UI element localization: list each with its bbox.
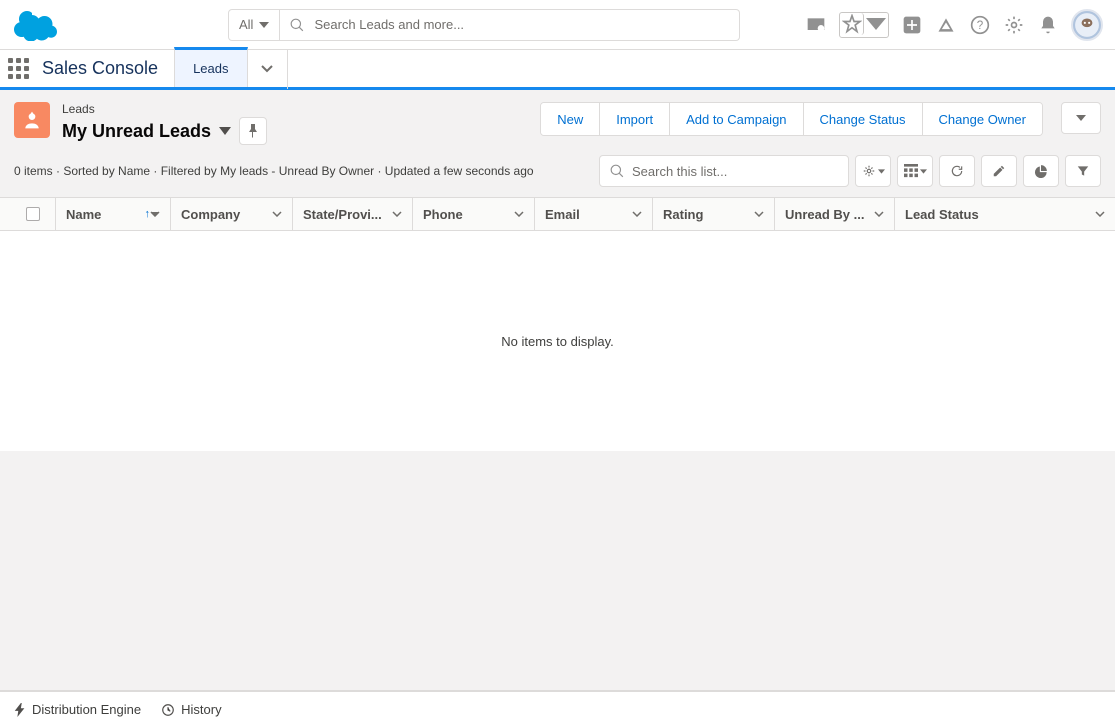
clock-icon xyxy=(161,703,175,717)
chevron-down-icon xyxy=(878,169,885,174)
astro-avatar-icon xyxy=(1074,12,1100,38)
global-add-icon[interactable] xyxy=(901,14,923,36)
chevron-down-icon xyxy=(259,22,269,28)
gear-icon xyxy=(862,164,876,178)
svg-text:?: ? xyxy=(977,19,984,32)
column-rating[interactable]: Rating xyxy=(653,198,775,230)
workspace-tab-leads[interactable]: Leads xyxy=(174,47,247,87)
list-view-name[interactable]: My Unread Leads xyxy=(62,121,211,142)
object-label: Leads xyxy=(62,102,267,116)
pin-icon xyxy=(247,124,259,138)
salesforce-logo xyxy=(12,9,60,41)
app-name: Sales Console xyxy=(36,58,174,79)
setup-gear-icon[interactable] xyxy=(1003,14,1025,36)
list-search-input[interactable] xyxy=(632,164,838,179)
chevron-down-icon[interactable] xyxy=(1095,211,1105,217)
filter-icon xyxy=(1076,164,1090,178)
list-actions-overflow[interactable] xyxy=(1061,102,1101,134)
column-email[interactable]: Email xyxy=(535,198,653,230)
guidance-icon[interactable] xyxy=(935,14,957,36)
notifications-bell-icon[interactable] xyxy=(1037,14,1059,36)
refresh-icon xyxy=(950,164,964,178)
trailblazer-icon[interactable] xyxy=(805,14,827,36)
page-body: Leads My Unread Leads New Import Add to … xyxy=(0,90,1115,691)
utility-history[interactable]: History xyxy=(161,702,221,717)
empty-message: No items to display. xyxy=(501,334,613,349)
pin-list-button[interactable] xyxy=(239,117,267,145)
chevron-down-icon[interactable] xyxy=(632,211,642,217)
search-scope-label: All xyxy=(239,17,253,32)
tab-nav-dropdown[interactable] xyxy=(248,49,288,89)
favorites-split xyxy=(839,12,889,38)
list-view-controls-gear[interactable] xyxy=(855,155,891,187)
utility-distribution-engine[interactable]: Distribution Engine xyxy=(14,702,141,717)
new-button[interactable]: New xyxy=(541,103,600,135)
chevron-down-icon[interactable] xyxy=(514,211,524,217)
empty-state: No items to display. xyxy=(0,231,1115,451)
global-search-input[interactable] xyxy=(314,17,729,32)
column-company[interactable]: Company xyxy=(171,198,293,230)
table-icon xyxy=(904,164,918,178)
refresh-button[interactable] xyxy=(939,155,975,187)
column-lead-status[interactable]: Lead Status xyxy=(895,198,1115,230)
chevron-down-icon[interactable] xyxy=(874,211,884,217)
utility-bar: Distribution Engine History xyxy=(0,691,1115,727)
inline-edit-button[interactable] xyxy=(981,155,1017,187)
user-avatar[interactable] xyxy=(1071,9,1103,41)
pie-chart-icon xyxy=(1034,164,1048,178)
filter-button[interactable] xyxy=(1065,155,1101,187)
column-phone[interactable]: Phone xyxy=(413,198,535,230)
change-status-button[interactable]: Change Status xyxy=(804,103,923,135)
bolt-icon xyxy=(14,703,26,717)
chevron-down-icon[interactable] xyxy=(392,211,402,217)
list-view-switcher-icon[interactable] xyxy=(219,127,231,135)
workspace-tab-label: Leads xyxy=(193,61,228,76)
global-search: All xyxy=(228,9,740,41)
change-owner-button[interactable]: Change Owner xyxy=(923,103,1042,135)
column-state[interactable]: State/Provi... xyxy=(293,198,413,230)
column-unread[interactable]: Unread By ... xyxy=(775,198,895,230)
favorite-star-icon[interactable] xyxy=(840,13,864,35)
search-icon xyxy=(290,18,304,32)
list-view-controls xyxy=(599,155,1101,187)
chevron-down-icon xyxy=(261,65,273,73)
chevron-down-icon xyxy=(1076,115,1086,121)
display-as-table[interactable] xyxy=(897,155,933,187)
app-launcher-icon[interactable] xyxy=(0,58,36,79)
lead-object-icon xyxy=(14,102,50,138)
chevron-down-icon[interactable] xyxy=(754,211,764,217)
import-button[interactable]: Import xyxy=(600,103,670,135)
list-actions: New Import Add to Campaign Change Status… xyxy=(540,102,1043,136)
list-view-header: Leads My Unread Leads New Import Add to … xyxy=(0,90,1115,187)
chevron-down-icon xyxy=(920,169,927,174)
help-icon[interactable]: ? xyxy=(969,14,991,36)
chevron-down-icon[interactable] xyxy=(272,211,282,217)
search-icon xyxy=(610,164,624,178)
global-header: All ? xyxy=(0,0,1115,50)
favorites-dropdown-icon[interactable] xyxy=(864,13,888,35)
app-nav-bar: Sales Console Leads xyxy=(0,50,1115,90)
pencil-icon xyxy=(992,164,1006,178)
column-name[interactable]: Name↑ xyxy=(56,198,171,230)
table-header-row: Name↑ Company State/Provi... Phone Email… xyxy=(0,197,1115,231)
list-status-text: 0 items · Sorted by Name · Filtered by M… xyxy=(14,164,534,178)
add-to-campaign-button[interactable]: Add to Campaign xyxy=(670,103,803,135)
global-search-box[interactable] xyxy=(280,9,740,41)
chevron-down-icon[interactable] xyxy=(150,211,160,217)
global-header-actions: ? xyxy=(805,9,1103,41)
select-all-checkbox[interactable] xyxy=(0,198,56,230)
list-search-box[interactable] xyxy=(599,155,849,187)
chart-button[interactable] xyxy=(1023,155,1059,187)
search-scope-select[interactable]: All xyxy=(228,9,280,41)
